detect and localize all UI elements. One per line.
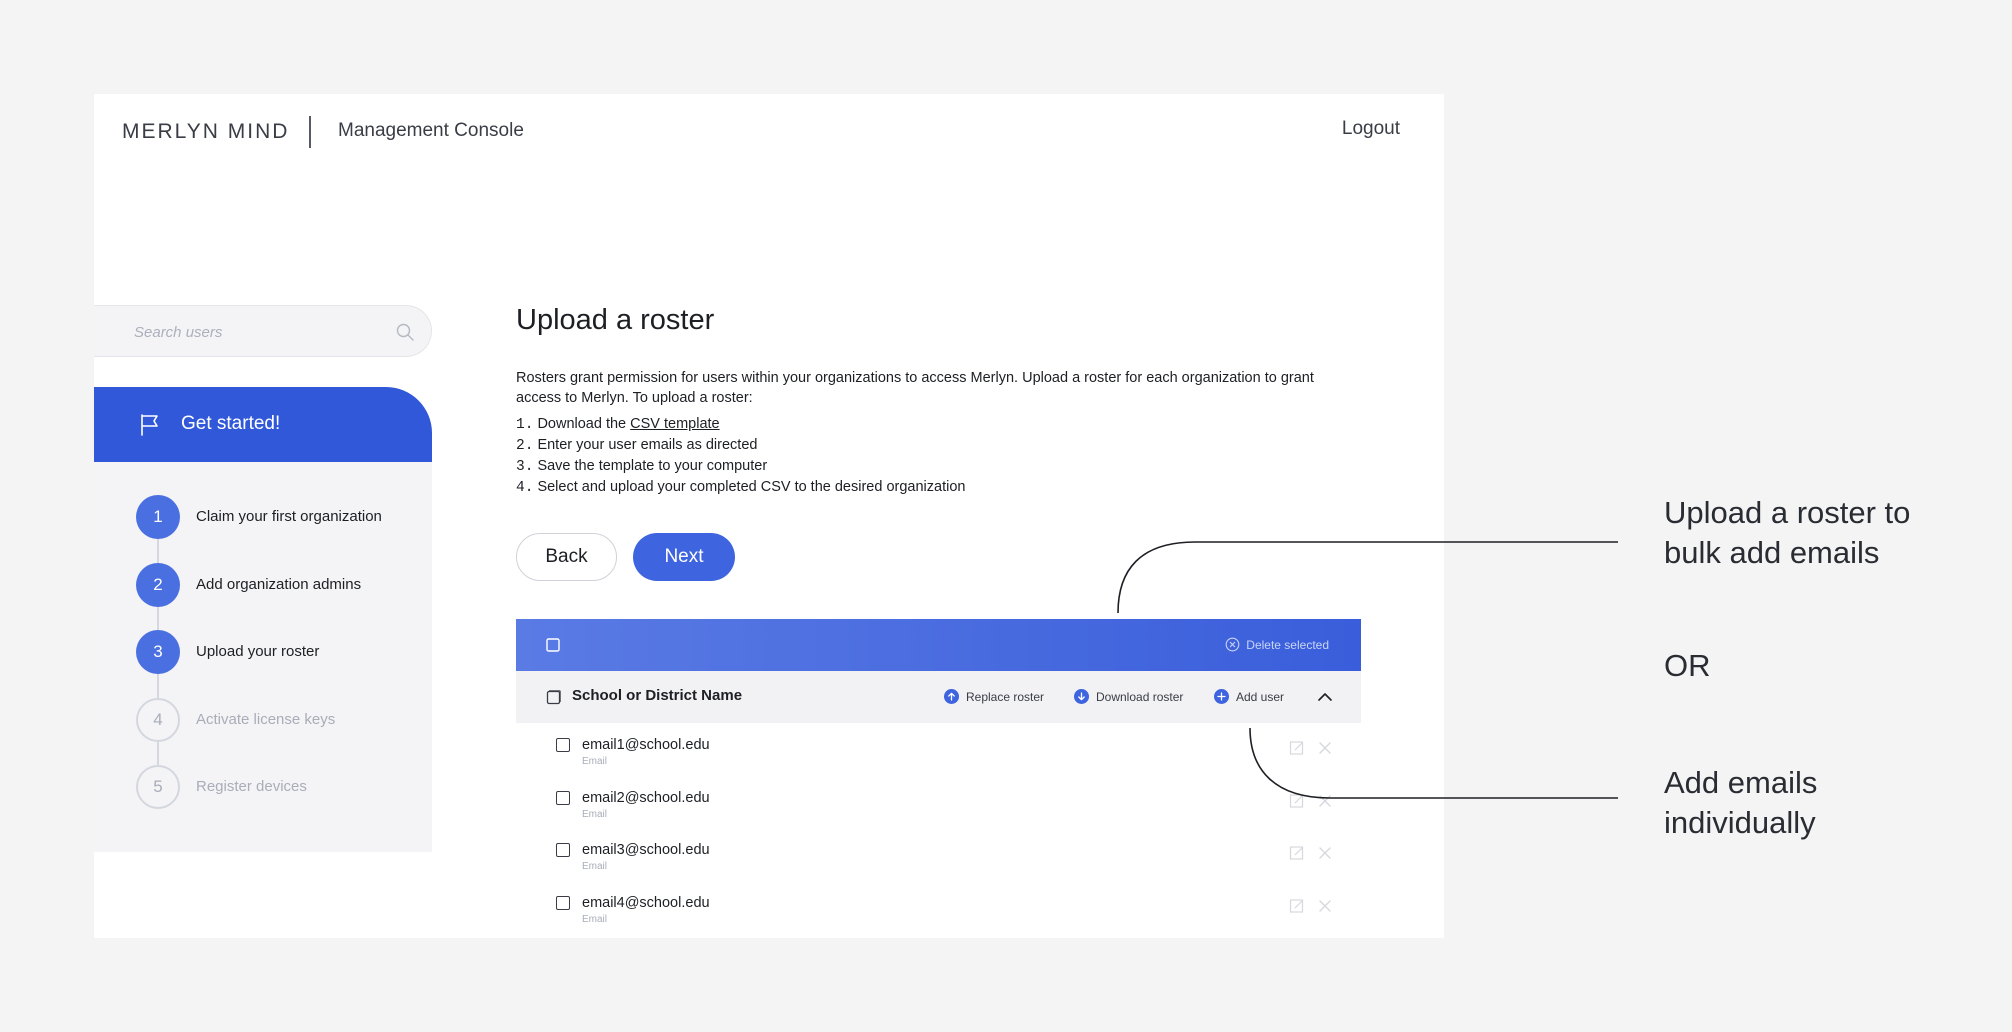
user-email: email1@school.edu bbox=[582, 737, 710, 753]
add-user-button[interactable]: Add user bbox=[1214, 689, 1284, 704]
instruction-item: 1. Download the CSV template bbox=[516, 416, 720, 433]
get-started-label: Get started! bbox=[181, 413, 281, 434]
table-row: email2@school.edu Email bbox=[516, 781, 1361, 833]
flag-icon bbox=[141, 414, 158, 436]
step-add-admins[interactable]: 2 Add organization admins bbox=[136, 563, 426, 609]
table-row: email1@school.edu Email bbox=[516, 728, 1361, 780]
edit-icon[interactable] bbox=[1289, 793, 1305, 809]
row-checkbox[interactable] bbox=[556, 738, 570, 752]
step-number: 1 bbox=[136, 495, 180, 539]
brand-divider bbox=[309, 116, 311, 148]
search-box bbox=[94, 305, 432, 357]
instruction-item: 2. Enter your user emails as directed bbox=[516, 437, 758, 454]
back-button[interactable]: Back bbox=[516, 533, 617, 581]
close-icon[interactable] bbox=[1317, 845, 1333, 861]
user-email: email2@school.edu bbox=[582, 790, 710, 806]
plus-icon bbox=[1214, 689, 1229, 704]
edit-icon[interactable] bbox=[1289, 898, 1305, 914]
step-label: Register devices bbox=[196, 778, 307, 795]
close-icon[interactable] bbox=[1317, 740, 1333, 756]
select-all-checkbox[interactable] bbox=[546, 638, 560, 652]
annotation-or: OR bbox=[1664, 648, 1711, 683]
user-type: Email bbox=[582, 914, 608, 925]
instruction-item: 3. Save the template to your computer bbox=[516, 458, 768, 475]
arrow-down-icon bbox=[1074, 689, 1089, 704]
step-label: Claim your first organization bbox=[196, 508, 382, 525]
user-type: Email bbox=[582, 756, 608, 767]
onboarding-steps: 1 Claim your first organization 2 Add or… bbox=[94, 462, 432, 852]
user-email: email4@school.edu bbox=[582, 895, 710, 911]
step-register-devices[interactable]: 5 Register devices bbox=[136, 765, 426, 811]
organization-name: School or District Name bbox=[572, 687, 743, 704]
step-claim-organization[interactable]: 1 Claim your first organization bbox=[136, 495, 426, 541]
logout-link[interactable]: Logout bbox=[1342, 118, 1400, 140]
page-title: Upload a roster bbox=[516, 304, 715, 336]
row-checkbox[interactable] bbox=[556, 791, 570, 805]
organization-row: School or District Name Replace roster D… bbox=[516, 671, 1361, 723]
step-number: 2 bbox=[136, 563, 180, 607]
csv-template-link[interactable]: CSV template bbox=[630, 416, 719, 432]
close-icon[interactable] bbox=[1317, 793, 1333, 809]
step-activate-license-keys[interactable]: 4 Activate license keys bbox=[136, 698, 426, 744]
step-number: 5 bbox=[136, 765, 180, 809]
get-started-nav-item[interactable]: Get started! bbox=[94, 387, 432, 462]
table-row: email3@school.edu Email bbox=[516, 833, 1361, 885]
search-icon[interactable] bbox=[395, 322, 415, 342]
delete-selected-button[interactable]: Delete selected bbox=[1225, 637, 1329, 652]
instruction-item: 4. Select and upload your completed CSV … bbox=[516, 479, 966, 496]
step-number: 4 bbox=[136, 698, 180, 742]
close-icon[interactable] bbox=[1317, 898, 1333, 914]
console-title: Management Console bbox=[338, 120, 524, 141]
row-checkbox[interactable] bbox=[556, 896, 570, 910]
step-number: 3 bbox=[136, 630, 180, 674]
table-row: email4@school.edu Email bbox=[516, 886, 1361, 938]
edit-icon[interactable] bbox=[1289, 740, 1305, 756]
user-email: email3@school.edu bbox=[582, 842, 710, 858]
row-checkbox[interactable] bbox=[556, 843, 570, 857]
annotation-add-individually: Add emails individually bbox=[1664, 765, 1818, 840]
user-type: Email bbox=[582, 861, 608, 872]
step-label: Add organization admins bbox=[196, 576, 362, 593]
brand-logo: MERLYN MIND bbox=[122, 120, 290, 143]
step-label: Activate license keys bbox=[196, 711, 336, 728]
step-label: Upload your roster bbox=[196, 643, 320, 660]
table-header-bar: Delete selected bbox=[516, 619, 1361, 671]
organization-checkbox[interactable] bbox=[546, 690, 561, 705]
arrow-up-icon bbox=[944, 689, 959, 704]
roster-instructions: 1. Download the CSV template 2. Enter yo… bbox=[516, 414, 965, 498]
step-upload-roster[interactable]: 3 Upload your roster bbox=[136, 630, 426, 676]
download-roster-button[interactable]: Download roster bbox=[1074, 689, 1183, 704]
delete-selected-label: Delete selected bbox=[1246, 637, 1329, 652]
chevron-up-icon[interactable] bbox=[1317, 690, 1333, 704]
page-background-bottom bbox=[94, 938, 1444, 1032]
close-circle-icon bbox=[1225, 637, 1240, 652]
annotation-upload-roster: Upload a roster to bulk add emails bbox=[1664, 495, 1911, 570]
roster-description: Rosters grant permission for users withi… bbox=[516, 370, 1314, 406]
search-input[interactable] bbox=[134, 319, 384, 345]
next-button[interactable]: Next bbox=[633, 533, 735, 581]
user-type: Email bbox=[582, 809, 608, 820]
edit-icon[interactable] bbox=[1289, 845, 1305, 861]
replace-roster-button[interactable]: Replace roster bbox=[944, 689, 1044, 704]
